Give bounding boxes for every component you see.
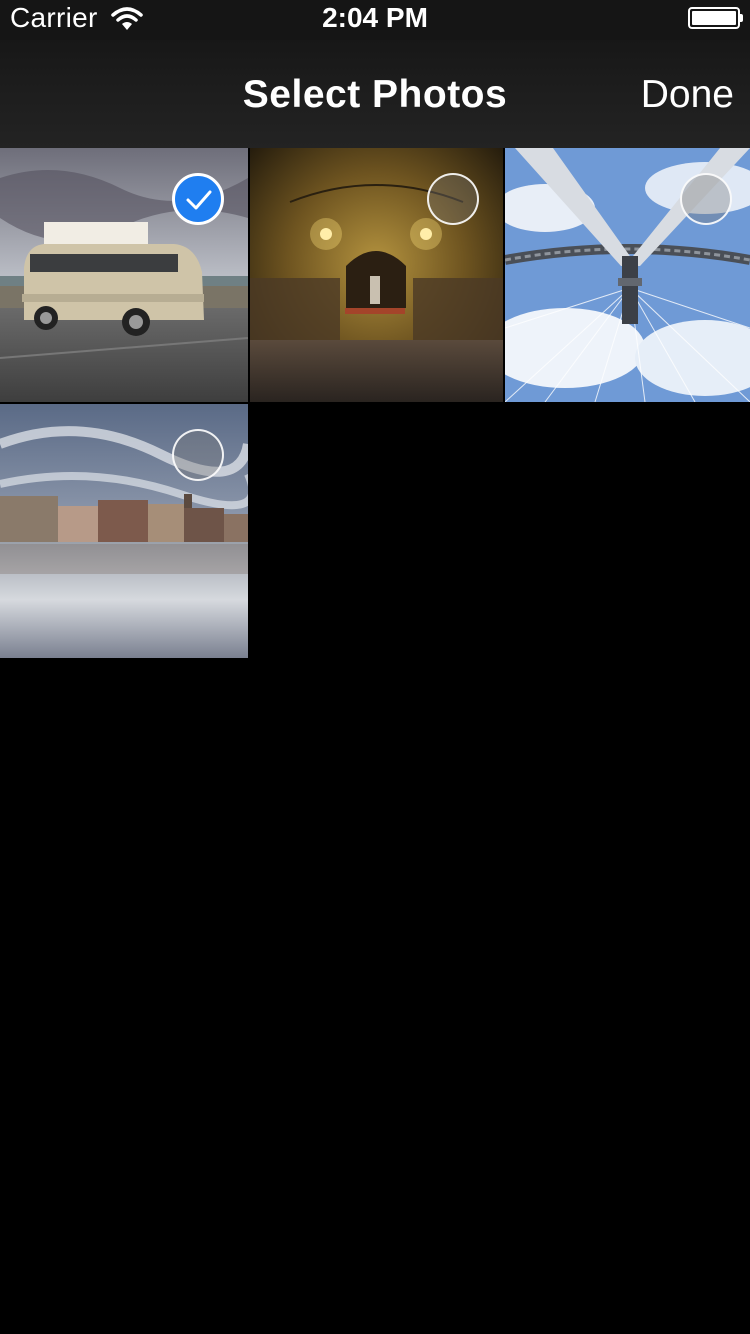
- selection-circle-icon[interactable]: [427, 173, 479, 225]
- photo-thumbnail-camper-van[interactable]: [0, 148, 248, 402]
- photo-thumbnail-flooded-town[interactable]: [0, 404, 248, 658]
- navigation-bar: Select Photos Done: [0, 40, 750, 148]
- status-bar: Carrier 2:04 PM: [0, 0, 750, 40]
- photo-thumbnail-chapel[interactable]: [250, 148, 503, 402]
- selection-checkmark-icon[interactable]: [172, 173, 224, 225]
- photo-thumbnail-ferris-wheel[interactable]: [505, 148, 750, 402]
- battery-icon: [688, 7, 743, 29]
- selection-circle-icon[interactable]: [680, 173, 732, 225]
- page-title: Select Photos: [242, 73, 508, 116]
- selection-circle-icon[interactable]: [172, 429, 224, 481]
- clock: 2:04 PM: [322, 2, 428, 33]
- done-button[interactable]: Done: [641, 73, 734, 117]
